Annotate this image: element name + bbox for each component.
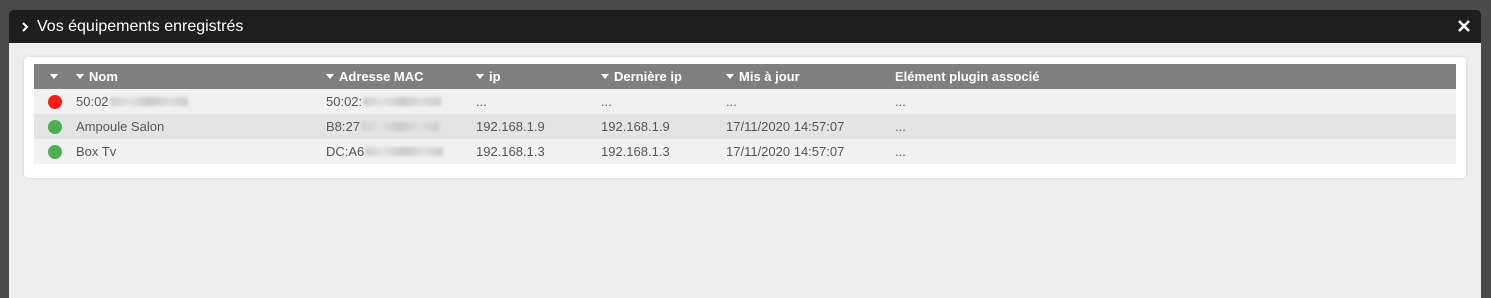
row-last-ip: ...	[601, 94, 612, 109]
column-header-plugin: Elément plugin associé	[895, 69, 1040, 84]
column-header-mac[interactable]: Adresse MAC	[326, 64, 424, 89]
equipment-table: Nom Adresse MAC ip Dernière ip Mis à jou…	[34, 64, 1456, 164]
status-dot-icon	[48, 119, 62, 134]
row-name: Box Tv	[76, 144, 117, 159]
close-icon[interactable]	[1456, 18, 1472, 34]
caret-down-icon	[601, 74, 609, 79]
caret-down-icon	[76, 74, 84, 79]
modal-header: Vos équipements enregistrés	[9, 10, 1481, 43]
column-header-ip[interactable]: ip	[476, 64, 501, 89]
row-ip: ...	[476, 94, 487, 109]
row-name: Ampoule Salon	[76, 119, 165, 134]
chevron-right-icon[interactable]	[18, 20, 32, 34]
row-mac: B8:27	[326, 114, 439, 139]
column-header-nom[interactable]: Nom	[76, 64, 118, 89]
row-last-ip: 192.168.1.9	[601, 119, 670, 134]
row-plugin: ...	[895, 94, 906, 109]
equipment-card: Nom Adresse MAC ip Dernière ip Mis à jou…	[24, 57, 1466, 178]
row-last-ip: 192.168.1.3	[601, 144, 670, 159]
row-updated: 17/11/2020 14:57:07	[726, 119, 845, 134]
redacted-blur	[363, 97, 442, 106]
equipment-modal: Vos équipements enregistrés Nom Adresse …	[9, 10, 1481, 298]
table-header: Nom Adresse MAC ip Dernière ip Mis à jou…	[34, 64, 1456, 89]
row-mac: 50:02:	[326, 89, 442, 114]
column-header-last-ip[interactable]: Dernière ip	[601, 64, 682, 89]
column-header-updated[interactable]: Mis à jour	[726, 64, 800, 89]
modal-title: Vos équipements enregistrés	[37, 17, 244, 35]
redacted-blur	[109, 97, 188, 106]
redacted-blur	[365, 147, 444, 156]
row-mac: DC:A6	[326, 139, 444, 164]
row-ip: 192.168.1.3	[476, 144, 545, 159]
caret-down-icon	[476, 74, 484, 79]
table-row[interactable]: 50:02 50:02: ... ... ... ...	[34, 89, 1456, 114]
table-row[interactable]: Box Tv DC:A6 192.168.1.3 192.168.1.3 17/…	[34, 139, 1456, 164]
redacted-blur	[360, 122, 439, 131]
column-header-select[interactable]	[50, 64, 63, 89]
row-name: 50:02	[76, 89, 188, 114]
caret-down-icon	[326, 74, 334, 79]
row-updated: 17/11/2020 14:57:07	[726, 144, 845, 159]
status-dot-icon	[48, 144, 62, 159]
status-dot-icon	[48, 94, 62, 109]
row-plugin: ...	[895, 144, 906, 159]
table-row[interactable]: Ampoule Salon B8:27 192.168.1.9 192.168.…	[34, 114, 1456, 139]
row-ip: 192.168.1.9	[476, 119, 545, 134]
caret-down-icon	[50, 74, 58, 79]
caret-down-icon	[726, 74, 734, 79]
row-plugin: ...	[895, 119, 906, 134]
row-updated: ...	[726, 94, 737, 109]
